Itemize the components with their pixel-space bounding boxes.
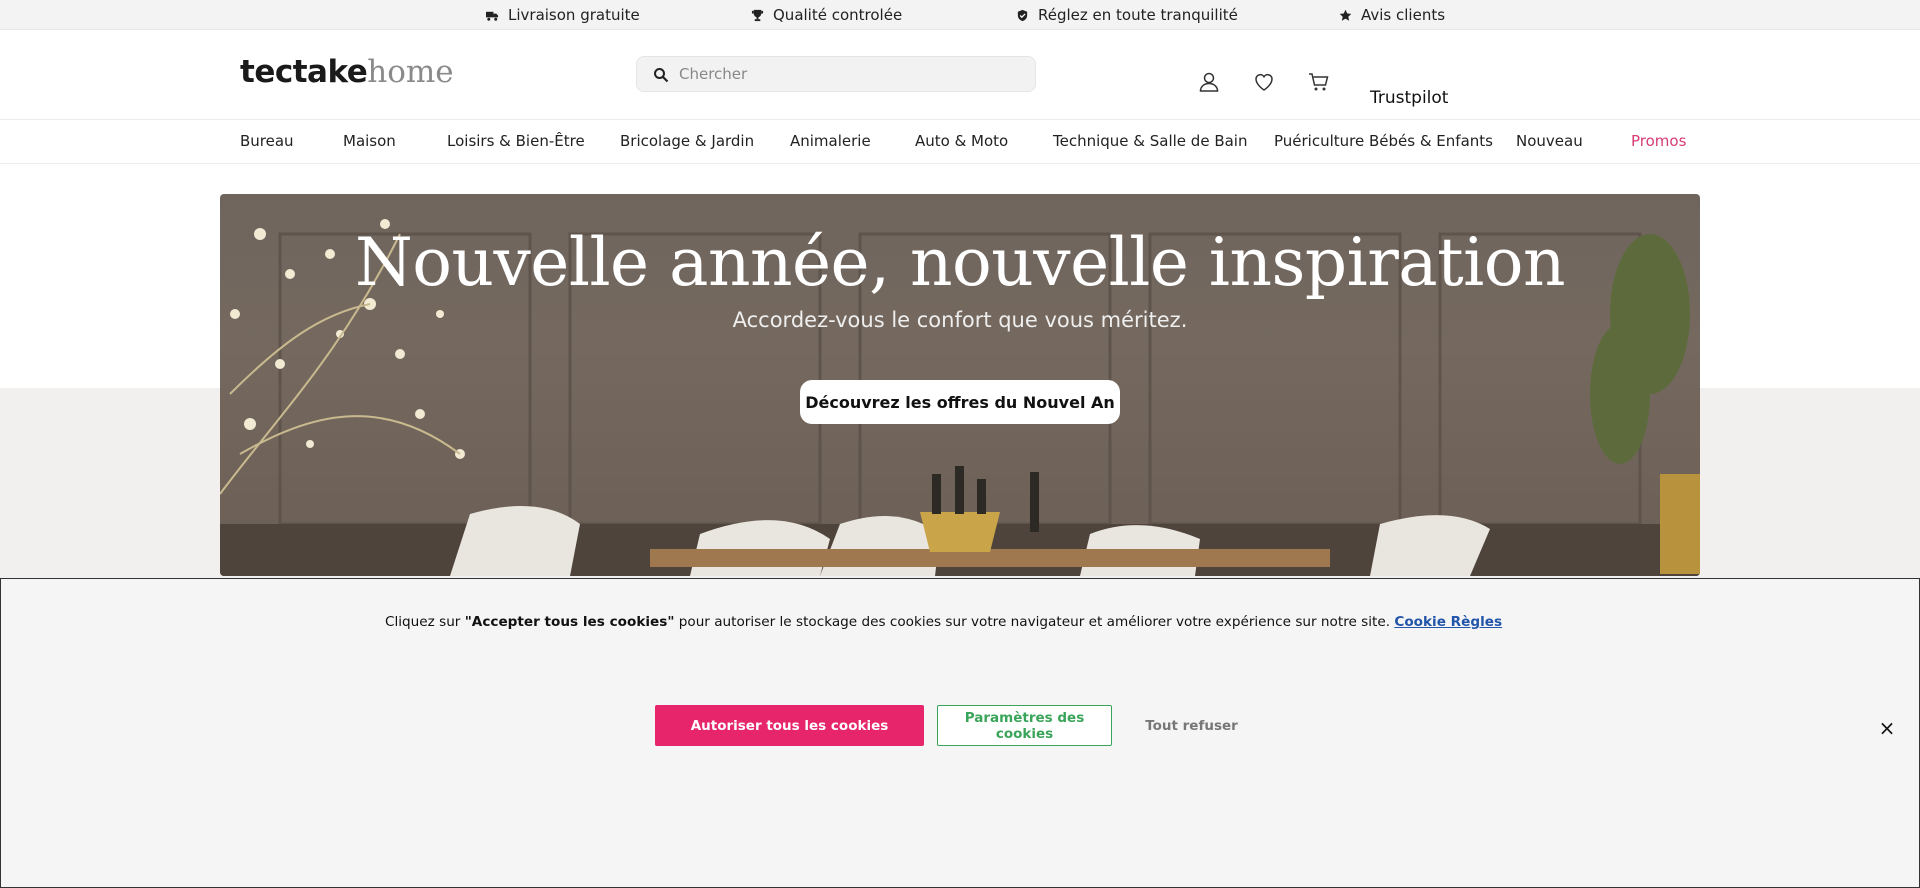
- search-input[interactable]: [679, 57, 1019, 91]
- accept-all-cookies-button[interactable]: Autoriser tous les cookies: [655, 705, 924, 746]
- topbar-item-quality: Qualité controlée: [751, 6, 902, 24]
- search-icon[interactable]: [653, 67, 669, 83]
- heart-icon[interactable]: [1252, 70, 1276, 94]
- nav-item-puericulture[interactable]: Puériculture Bébés & Enfants: [1274, 132, 1493, 150]
- topbar-label: Avis clients: [1361, 6, 1446, 24]
- logo-bold: tectake: [240, 54, 368, 90]
- category-nav: Bureau Maison Loisirs & Bien-Être Bricol…: [0, 121, 1920, 164]
- topbar-item-reviews: Avis clients: [1339, 6, 1445, 24]
- topbar-label: Qualité controlée: [773, 6, 903, 24]
- close-icon[interactable]: ×: [1877, 718, 1897, 738]
- nav-item-loisirs[interactable]: Loisirs & Bien-Être: [447, 132, 585, 150]
- cookie-banner: Cliquez sur "Accepter tous les cookies" …: [0, 578, 1920, 888]
- trustpilot-widget[interactable]: Trustpilot: [1370, 88, 1448, 108]
- topbar-label: Réglez en toute tranquilité: [1038, 6, 1238, 24]
- nav-item-auto-moto[interactable]: Auto & Moto: [915, 132, 1008, 150]
- cart-icon[interactable]: [1307, 70, 1331, 94]
- refuse-all-button[interactable]: Tout refuser: [1129, 705, 1254, 746]
- hero-subtitle: Accordez-vous le confort que vous mérite…: [732, 308, 1188, 332]
- hero-title: Nouvelle année, nouvelle inspiration: [355, 224, 1566, 301]
- truck-icon: [486, 11, 499, 21]
- cookie-text-prefix: Cliquez sur: [385, 614, 465, 630]
- cookie-text-suffix: pour autoriser le stockage des cookies s…: [674, 614, 1395, 630]
- topbar-item-shipping: Livraison gratuite: [486, 6, 640, 24]
- nav-item-maison[interactable]: Maison: [343, 132, 396, 150]
- logo-light: home: [367, 54, 454, 90]
- cookie-message: Cliquez sur "Accepter tous les cookies" …: [385, 614, 1502, 630]
- nav-item-animalerie[interactable]: Animalerie: [790, 132, 871, 150]
- nav-item-bricolage[interactable]: Bricolage & Jardin: [620, 132, 754, 150]
- star-icon: [1339, 9, 1352, 21]
- cookie-text-bold: "Accepter tous les cookies": [464, 614, 675, 630]
- topbar-label: Livraison gratuite: [508, 6, 640, 24]
- nav-item-bureau[interactable]: Bureau: [240, 132, 294, 150]
- search-box: [636, 56, 1036, 92]
- logo[interactable]: tectakehome: [240, 54, 454, 90]
- cookie-settings-button[interactable]: Paramètres des cookies: [937, 705, 1112, 746]
- topbar-item-payment: Réglez en toute tranquilité: [1016, 6, 1238, 24]
- hero-banner[interactable]: Nouvelle année, nouvelle inspiration Acc…: [220, 194, 1700, 576]
- shield-icon: [1017, 9, 1028, 21]
- nav-item-technique[interactable]: Technique & Salle de Bain: [1053, 132, 1247, 150]
- site-header: tectakehome Trustpilot: [0, 30, 1920, 120]
- nav-item-promos[interactable]: Promos: [1631, 132, 1686, 150]
- cookie-rules-link[interactable]: Cookie Règles: [1394, 614, 1502, 630]
- trophy-icon: [751, 9, 764, 21]
- announcement-bar: Livraison gratuite Qualité controlée Rég…: [0, 0, 1920, 30]
- user-icon[interactable]: [1197, 70, 1221, 94]
- new-year-offers-button[interactable]: Découvrez les offres du Nouvel An: [800, 380, 1120, 424]
- nav-item-nouveau[interactable]: Nouveau: [1516, 132, 1583, 150]
